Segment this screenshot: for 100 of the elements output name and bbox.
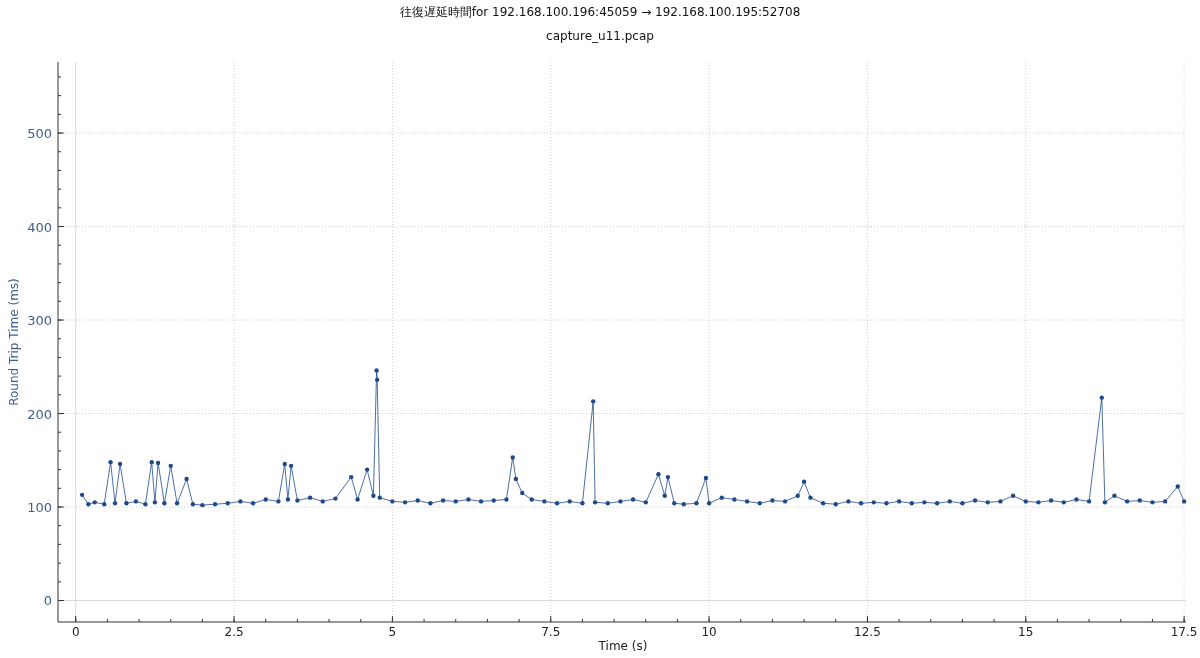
- data-point: [744, 499, 750, 504]
- chart-title: 往復遅延時間for 192.168.100.196:45059 → 192.168.100.195:52708: [399, 5, 801, 19]
- x-axis-title: Time (s): [598, 639, 648, 653]
- y-tick-label: 0: [43, 593, 52, 609]
- data-point: [665, 474, 671, 480]
- data-point: [1150, 500, 1155, 505]
- data-point: [833, 502, 838, 507]
- y-tick-label: 500: [27, 126, 52, 142]
- data-point: [491, 498, 496, 503]
- data-point: [504, 497, 509, 502]
- data-point: [871, 500, 876, 505]
- data-point: [285, 497, 291, 502]
- data-point: [168, 463, 173, 469]
- x-tick-label: 17.5: [1170, 625, 1198, 639]
- data-point: [428, 501, 433, 506]
- data-point: [162, 501, 167, 506]
- data-point: [143, 502, 148, 507]
- data-point: [390, 499, 395, 504]
- data-point: [1010, 493, 1016, 498]
- data-point: [801, 479, 807, 484]
- data-point: [706, 501, 712, 506]
- data-point: [846, 499, 851, 504]
- data-point: [453, 499, 458, 504]
- data-point: [415, 498, 420, 503]
- data-point: [1061, 500, 1066, 505]
- data-point: [820, 501, 826, 506]
- data-point: [808, 495, 813, 500]
- data-point: [478, 499, 484, 504]
- chart-subtitle: capture_u11.pcap: [546, 29, 654, 43]
- data-point: [117, 461, 123, 467]
- data-point: [1162, 499, 1168, 504]
- data-point: [542, 499, 547, 504]
- x-tick-label: 10: [701, 625, 717, 639]
- data-point: [374, 368, 379, 373]
- data-point: [513, 476, 519, 482]
- data-point: [972, 498, 978, 503]
- x-tick-label: 12.5: [854, 625, 881, 639]
- data-point: [618, 499, 623, 504]
- data-point: [510, 455, 515, 460]
- data-point: [307, 495, 313, 500]
- y-tick-label: 300: [27, 313, 52, 329]
- data-point: [349, 474, 354, 480]
- data-point: [190, 502, 196, 507]
- data-point: [1137, 498, 1142, 503]
- data-point: [998, 499, 1003, 504]
- data-point: [108, 459, 113, 465]
- data-point: [200, 502, 205, 508]
- data-point: [947, 499, 952, 504]
- data-point: [567, 499, 572, 504]
- data-point: [112, 501, 118, 506]
- data-point: [152, 500, 158, 505]
- data-point: [591, 399, 596, 404]
- data-point: [364, 467, 370, 472]
- x-tick-label: 5: [388, 625, 397, 639]
- data-point: [592, 500, 598, 505]
- data-point: [909, 501, 914, 506]
- data-point: [896, 499, 902, 504]
- data-point: [1048, 498, 1054, 503]
- data-point: [1102, 500, 1108, 505]
- y-tick-label: 400: [27, 219, 52, 235]
- y-tick-label: 200: [27, 406, 52, 422]
- data-point: [133, 499, 139, 504]
- data-point: [858, 501, 864, 506]
- data-point: [605, 501, 610, 506]
- data-point: [656, 472, 661, 477]
- x-tick-label: 15: [1018, 625, 1034, 639]
- data-point: [795, 493, 800, 498]
- data-point: [333, 496, 338, 501]
- data-point: [757, 501, 762, 506]
- data-point: [934, 501, 940, 506]
- data-point: [1074, 497, 1079, 502]
- data-point: [355, 497, 360, 502]
- data-point: [703, 475, 709, 481]
- data-point: [529, 497, 534, 502]
- data-point: [1112, 493, 1117, 498]
- data-point: [985, 500, 990, 505]
- data-point: [1086, 499, 1092, 504]
- data-point: [782, 499, 788, 504]
- data-point: [225, 501, 230, 506]
- data-point: [124, 501, 129, 506]
- data-point: [1181, 499, 1187, 504]
- data-point: [79, 492, 85, 498]
- data-point: [719, 495, 724, 500]
- data-point: [884, 501, 889, 506]
- x-tick-label: 2.5: [224, 625, 244, 639]
- data-point: [694, 501, 699, 506]
- data-point: [102, 502, 107, 507]
- data-point: [1036, 500, 1041, 505]
- x-tick-label: 7.5: [541, 625, 561, 639]
- data-point: [238, 499, 243, 504]
- data-point: [184, 476, 189, 482]
- data-point: [520, 490, 525, 496]
- data-point: [643, 500, 648, 505]
- data-point: [375, 377, 380, 383]
- data-point: [1175, 484, 1180, 489]
- x-tick-label: 0: [71, 625, 80, 639]
- data-point: [320, 499, 325, 504]
- data-point: [672, 501, 677, 506]
- data-point: [466, 497, 471, 502]
- data-point: [662, 493, 667, 498]
